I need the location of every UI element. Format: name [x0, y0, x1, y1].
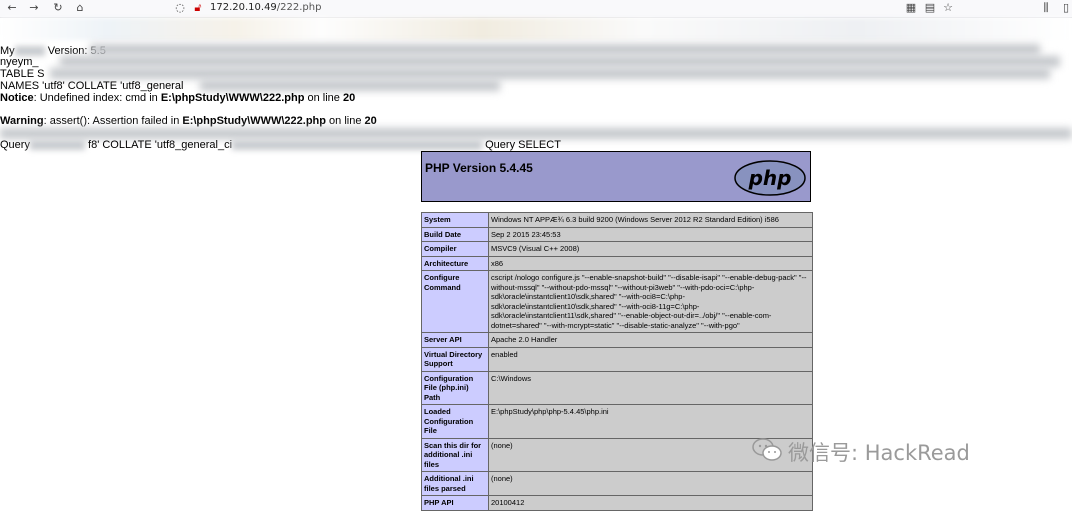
redaction [200, 80, 500, 91]
row-value: MSVC9 (Visual C++ 2008) [488, 241, 813, 257]
table-row: Server API Apache 2.0 Handler [421, 332, 813, 348]
row-value: Apache 2.0 Handler [488, 332, 813, 348]
row-value: Windows NT APPÆ¾ 6.3 build 9200 (Windows… [488, 212, 813, 228]
sidebar-icon[interactable]: ▯ [1058, 1, 1072, 15]
browser-toolbar: ← → ↻ ⌂ ◌ 🔓︎ 172.20.10.49/222.php ▦ ▤ ☆ … [0, 0, 1072, 18]
row-value: C:\Windows [488, 370, 813, 405]
table-row: Additional .ini files parsed (none) [421, 471, 813, 496]
qr-code-icon[interactable]: ▦ [903, 1, 919, 15]
row-value: E:\phpStudy\php\php-5.4.45\php.ini [488, 404, 813, 439]
row-value: enabled [488, 346, 813, 372]
home-icon[interactable]: ⌂ [72, 1, 88, 15]
wechat-icon [752, 438, 782, 461]
php-logo-text: php [748, 166, 792, 190]
php-logo-icon: php [734, 160, 806, 196]
table-row: Compiler MSVC9 (Visual C++ 2008) [421, 241, 813, 257]
query-line: Query f8' COLLATE 'utf8_general_ci Query… [0, 139, 561, 151]
warning-label: Warning [0, 115, 44, 127]
row-value: cscript /nologo configure.js "--enable-s… [488, 270, 813, 333]
library-icon[interactable]: ⫼ [1038, 1, 1054, 15]
notice-label: Notice [0, 92, 34, 104]
row-key: Server API [421, 332, 489, 348]
php-version-title: PHP Version 5.4.45 [425, 161, 533, 175]
row-key: Configure Command [421, 270, 489, 333]
watermark-text: 微信号: HackRead [788, 441, 970, 465]
table-row: Build Date Sep 2 2015 23:45:53 [421, 226, 813, 242]
row-value: x86 [488, 255, 813, 271]
table-row: Architecture x86 [421, 255, 813, 271]
phpinfo-table: System Windows NT APPÆ¾ 6.3 build 9200 (W… [421, 212, 813, 511]
output-line-3: TABLE S [0, 68, 45, 80]
redaction [50, 68, 1050, 79]
table-row: Configuration File (php.ini) Path C:\Wind… [421, 370, 813, 405]
row-key: Scan this dir for additional .ini files [421, 437, 489, 472]
redaction [0, 128, 1072, 139]
notice-message: Notice: Undefined index: cmd in E:\phpSt… [0, 92, 356, 104]
row-value: Sep 2 2015 23:45:53 [488, 226, 813, 242]
row-value: (none) [488, 471, 813, 496]
row-key: Configuration File (php.ini) Path [421, 370, 489, 405]
row-key: Build Date [421, 226, 489, 242]
blurred-region [0, 18, 1072, 40]
table-row: System Windows NT APPÆ¾ 6.3 build 9200 (W… [421, 212, 813, 228]
table-row: Loaded Configuration File E:\phpStudy\php… [421, 404, 813, 439]
output-line-2: nyeym_ [0, 56, 39, 68]
row-key: Virtual Directory Support [421, 346, 489, 372]
output-line-4: NAMES 'utf8' COLLATE 'utf8_general [0, 80, 184, 92]
reload-icon[interactable]: ↻ [50, 1, 66, 15]
warning-message: Warning: assert(): Assertion failed in E… [0, 115, 377, 127]
reader-view-icon[interactable]: ▤ [922, 1, 938, 15]
shield-icon[interactable]: ◌ [172, 1, 188, 15]
address-bar[interactable]: ◌ 🔓︎ 172.20.10.49/222.php [168, 1, 958, 15]
arrow-right-icon[interactable]: → [26, 1, 42, 15]
row-key: Compiler [421, 241, 489, 257]
row-key: Architecture [421, 255, 489, 271]
row-key: System [421, 212, 489, 228]
table-row: Virtual Directory Support enabled [421, 346, 813, 372]
phpinfo-header: PHP Version 5.4.45 php [421, 151, 811, 202]
url-text[interactable]: 172.20.10.49/222.php [210, 1, 321, 15]
table-row: Configure Command cscript /nologo configu… [421, 270, 813, 333]
row-key: Loaded Configuration File [421, 404, 489, 439]
arrow-left-icon[interactable]: ← [4, 1, 20, 15]
bookmark-star-icon[interactable]: ☆ [940, 1, 956, 15]
row-key: Additional .ini files parsed [421, 471, 489, 496]
insecure-lock-icon[interactable]: 🔓︎ [190, 1, 206, 15]
watermark: 微信号: HackRead [752, 437, 970, 467]
redaction [60, 56, 1060, 67]
redaction [90, 44, 1040, 55]
